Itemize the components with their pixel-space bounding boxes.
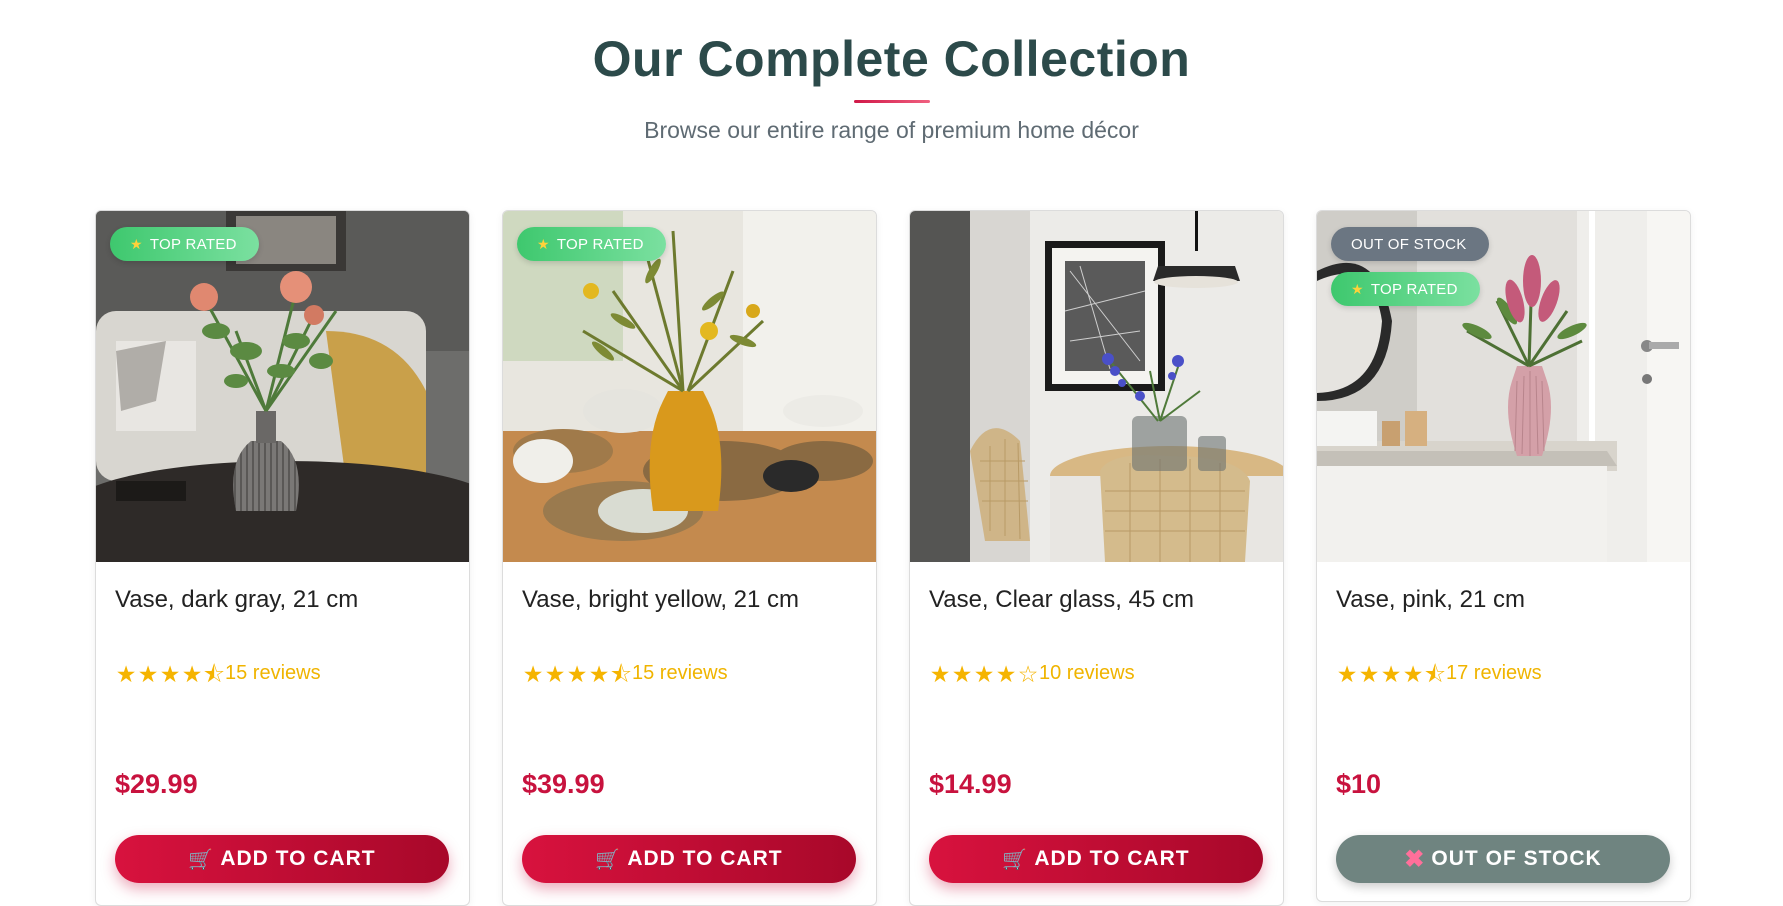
button-label: OUT OF STOCK [1431, 847, 1602, 870]
section-header: Our Complete Collection Browse our entir… [0, 0, 1783, 144]
product-name[interactable]: Vase, Clear glass, 45 cm [929, 586, 1283, 614]
star-full-icon: ★ [951, 660, 973, 687]
star-half-icon: ⯪ [1424, 660, 1446, 687]
cart-icon: 🛒 [595, 848, 622, 871]
cart-icon: 🛒 [188, 848, 215, 871]
out-of-stock-button[interactable]: ✖ OUT OF STOCK [1336, 835, 1670, 883]
product-card[interactable]: ★ TOP RATED Vase, dark gray, 21 cm ★ ★ ★… [95, 210, 470, 906]
product-price: $10 [1336, 769, 1382, 799]
product-grid: ★ TOP RATED Vase, dark gray, 21 cm ★ ★ ★… [95, 210, 1693, 906]
review-count[interactable]: 15 reviews [225, 662, 321, 685]
badge-group: ★ TOP RATED [110, 227, 259, 261]
star-full-icon: ★ [1380, 660, 1402, 687]
star-empty-icon: ☆ [1017, 660, 1039, 687]
product-price: $14.99 [929, 769, 1012, 799]
review-count[interactable]: 15 reviews [632, 662, 728, 685]
add-to-cart-button[interactable]: 🛒 ADD TO CART [522, 835, 856, 883]
product-rating: ★ ★ ★ ★ ⯪ 17 reviews [1336, 662, 1690, 685]
top-rated-badge: ★ TOP RATED [517, 227, 666, 261]
button-label: ADD TO CART [627, 847, 783, 870]
star-icon: ★ [1351, 280, 1364, 297]
product-name[interactable]: Vase, bright yellow, 21 cm [522, 586, 876, 614]
product-card[interactable]: OUT OF STOCK ★ TOP RATED Vase, pink, 21 … [1316, 210, 1691, 902]
product-name[interactable]: Vase, pink, 21 cm [1336, 586, 1690, 614]
star-full-icon: ★ [588, 660, 610, 687]
top-rated-badge: ★ TOP RATED [110, 227, 259, 261]
button-label: ADD TO CART [1034, 847, 1190, 870]
star-full-icon: ★ [137, 660, 159, 687]
star-full-icon: ★ [115, 660, 137, 687]
star-full-icon: ★ [995, 660, 1017, 687]
product-image[interactable]: ★ TOP RATED [96, 211, 469, 562]
star-full-icon: ★ [566, 660, 588, 687]
star-full-icon: ★ [181, 660, 203, 687]
star-full-icon: ★ [544, 660, 566, 687]
star-full-icon: ★ [1358, 660, 1380, 687]
product-image[interactable]: ★ TOP RATED [503, 211, 876, 562]
star-icon: ★ [130, 235, 143, 252]
star-full-icon: ★ [973, 660, 995, 687]
star-icon: ★ [537, 235, 550, 252]
product-price: $29.99 [115, 769, 198, 799]
star-rating: ★ ★ ★ ★ ☆ [929, 660, 1039, 687]
badge-label: TOP RATED [149, 235, 237, 253]
star-half-icon: ⯪ [203, 660, 225, 687]
add-to-cart-button[interactable]: 🛒 ADD TO CART [929, 835, 1263, 883]
page-title: Our Complete Collection [592, 31, 1191, 87]
badge-label: TOP RATED [1370, 280, 1458, 298]
page-subtitle: Browse our entire range of premium home … [644, 117, 1139, 143]
star-full-icon: ★ [159, 660, 181, 687]
product-rating: ★ ★ ★ ★ ☆ 10 reviews [929, 662, 1283, 685]
badge-label: OUT OF STOCK [1351, 235, 1467, 253]
product-image[interactable]: OUT OF STOCK ★ TOP RATED [1317, 211, 1690, 562]
title-underline [853, 100, 930, 103]
badge-group: OUT OF STOCK ★ TOP RATED [1331, 227, 1489, 306]
star-full-icon: ★ [522, 660, 544, 687]
cart-icon: 🛒 [1002, 848, 1029, 871]
out-of-stock-badge: OUT OF STOCK [1331, 227, 1489, 261]
product-rating: ★ ★ ★ ★ ⯪ 15 reviews [115, 662, 469, 685]
review-count[interactable]: 17 reviews [1446, 662, 1542, 685]
product-name[interactable]: Vase, dark gray, 21 cm [115, 586, 469, 614]
product-image[interactable] [910, 211, 1283, 562]
product-card[interactable]: ★ TOP RATED Vase, bright yellow, 21 cm ★… [502, 210, 877, 906]
badge-label: TOP RATED [556, 235, 644, 253]
star-full-icon: ★ [1402, 660, 1424, 687]
close-x-icon: ✖ [1404, 845, 1426, 873]
star-full-icon: ★ [929, 660, 951, 687]
star-rating: ★ ★ ★ ★ ⯪ [1336, 660, 1446, 687]
top-rated-badge: ★ TOP RATED [1331, 272, 1480, 306]
star-full-icon: ★ [1336, 660, 1358, 687]
review-count[interactable]: 10 reviews [1039, 662, 1135, 685]
badge-group: ★ TOP RATED [517, 227, 666, 261]
add-to-cart-button[interactable]: 🛒 ADD TO CART [115, 835, 449, 883]
button-label: ADD TO CART [220, 847, 376, 870]
star-rating: ★ ★ ★ ★ ⯪ [115, 660, 225, 687]
product-price: $39.99 [522, 769, 605, 799]
star-half-icon: ⯪ [610, 660, 632, 687]
star-rating: ★ ★ ★ ★ ⯪ [522, 660, 632, 687]
product-rating: ★ ★ ★ ★ ⯪ 15 reviews [522, 662, 876, 685]
product-card[interactable]: Vase, Clear glass, 45 cm ★ ★ ★ ★ ☆ 10 re… [909, 210, 1284, 906]
